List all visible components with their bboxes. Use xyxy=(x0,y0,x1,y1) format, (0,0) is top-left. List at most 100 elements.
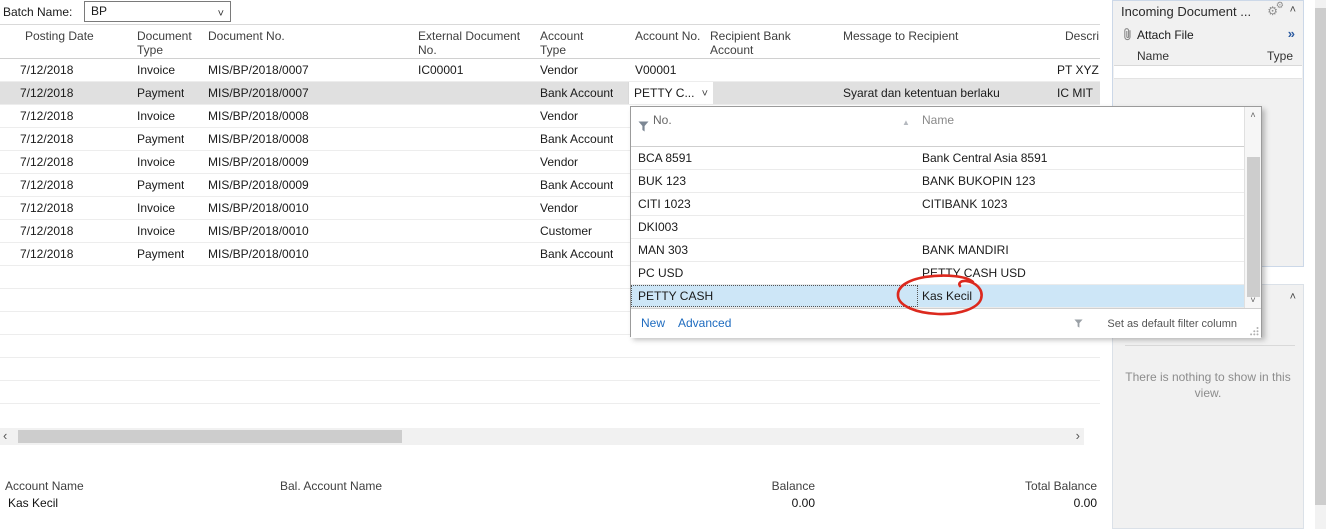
batch-name-select[interactable]: BP ˅ xyxy=(84,1,231,22)
dropdown-item[interactable]: MAN 303 BANK MANDIRI xyxy=(631,239,1246,262)
dropdown-item[interactable]: CITI 1023 CITIBANK 1023 xyxy=(631,193,1246,216)
column-header[interactable]: Posting Date xyxy=(25,29,115,43)
horizontal-scrollbar-thumb[interactable] xyxy=(18,430,402,443)
column-header[interactable]: External Document No. xyxy=(418,29,530,57)
set-default-filter-link[interactable]: Set as default filter column xyxy=(1107,318,1237,330)
cell-posting-date[interactable]: 7/12/2018 xyxy=(20,151,73,173)
cell-posting-date[interactable]: 7/12/2018 xyxy=(20,59,73,81)
dropdown-item-no[interactable]: PETTY CASH xyxy=(638,285,713,307)
cell-doc-no[interactable]: MIS/BP/2018/0007 xyxy=(208,82,309,104)
dropdown-item-name[interactable]: Bank Central Asia 8591 xyxy=(922,147,1047,169)
dropdown-item-no[interactable]: MAN 303 xyxy=(638,239,688,261)
cell-doc-no[interactable]: MIS/BP/2018/0010 xyxy=(208,220,309,242)
advanced-link[interactable]: Advanced xyxy=(678,316,731,330)
cell-posting-date[interactable]: 7/12/2018 xyxy=(20,243,73,265)
incoming-name-column[interactable]: Name xyxy=(1137,49,1169,63)
cell-posting-date[interactable]: 7/12/2018 xyxy=(20,197,73,219)
cell-doc-no[interactable]: MIS/BP/2018/0007 xyxy=(208,59,309,81)
resize-grip[interactable] xyxy=(1249,326,1259,336)
cell-doc-type[interactable]: Payment xyxy=(137,174,184,196)
dropdown-item-no[interactable]: BUK 123 xyxy=(638,170,686,192)
chevron-down-icon[interactable]: ˅ xyxy=(702,83,708,105)
dropdown-scrollbar[interactable]: ˄ ˅ xyxy=(1244,107,1261,308)
cell-account-type[interactable]: Bank Account xyxy=(540,82,613,104)
cell-account-no[interactable]: V00001 xyxy=(635,59,676,81)
column-header[interactable]: Account No. xyxy=(635,29,715,43)
cell-message[interactable]: Syarat dan ketentuan berlaku xyxy=(843,82,1000,104)
dropdown-item-name[interactable]: Kas Kecil xyxy=(922,285,972,307)
new-link[interactable]: New xyxy=(641,316,665,330)
scroll-right-icon[interactable]: › xyxy=(1076,428,1080,444)
cell-doc-type[interactable]: Payment xyxy=(137,82,184,104)
dropdown-scrollbar-thumb[interactable] xyxy=(1247,157,1260,297)
incoming-type-column[interactable]: Type xyxy=(1267,49,1293,63)
column-header[interactable]: Message to Recipient xyxy=(843,29,1003,43)
vertical-scrollbar-thumb[interactable] xyxy=(1315,8,1326,505)
horizontal-scrollbar[interactable]: ‹ › xyxy=(0,428,1084,445)
cell-doc-type[interactable]: Payment xyxy=(137,243,184,265)
journal-empty-row[interactable] xyxy=(0,358,1100,381)
cell-doc-type[interactable]: Payment xyxy=(137,128,184,150)
vertical-scrollbar[interactable] xyxy=(1315,0,1326,529)
cell-description[interactable]: IC MIT xyxy=(1057,82,1093,104)
dropdown-item-name[interactable]: BANK MANDIRI xyxy=(922,239,1009,261)
attach-file-action[interactable]: Attach File » xyxy=(1113,23,1303,49)
journal-empty-row[interactable] xyxy=(0,381,1100,404)
journal-row[interactable]: 7/12/2018 Invoice MIS/BP/2018/0007 IC00001 V… xyxy=(0,59,1100,82)
journal-row[interactable]: 7/12/2018 Payment MIS/BP/2018/0007 Bank Acc… xyxy=(0,82,1100,105)
cell-doc-no[interactable]: MIS/BP/2018/0008 xyxy=(208,105,309,127)
cell-description[interactable]: PT XYZ xyxy=(1057,59,1099,81)
column-header[interactable]: Recipient Bank Account xyxy=(710,29,812,57)
column-header[interactable]: Document Type xyxy=(137,29,199,57)
more-actions-icon[interactable]: » xyxy=(1288,26,1295,41)
filter-funnel-icon[interactable] xyxy=(638,121,649,133)
cell-account-type[interactable]: Vendor xyxy=(540,151,578,173)
cell-account-type[interactable]: Bank Account xyxy=(540,174,613,196)
cell-account-type[interactable]: Vendor xyxy=(540,105,578,127)
cell-posting-date[interactable]: 7/12/2018 xyxy=(20,174,73,196)
cell-account-type[interactable]: Vendor xyxy=(540,197,578,219)
column-header[interactable]: Descri xyxy=(1065,29,1105,43)
dropdown-item-name[interactable]: CITIBANK 1023 xyxy=(922,193,1007,215)
account-no-combobox[interactable]: PETTY C... ˅ xyxy=(628,82,713,104)
cell-posting-date[interactable]: 7/12/2018 xyxy=(20,105,73,127)
column-header[interactable]: Document No. xyxy=(208,29,328,43)
cell-doc-no[interactable]: MIS/BP/2018/0009 xyxy=(208,151,309,173)
cell-posting-date[interactable]: 7/12/2018 xyxy=(20,220,73,242)
dropdown-item-name[interactable]: BANK BUKOPIN 123 xyxy=(922,170,1035,192)
collapse-factbox-icon[interactable]: ˄ xyxy=(1290,291,1296,303)
cell-ext-doc-no[interactable]: IC00001 xyxy=(418,59,463,81)
collapse-panel-icon[interactable]: ˄ xyxy=(1290,4,1296,16)
cell-account-type[interactable]: Bank Account xyxy=(540,243,613,265)
dropdown-item-no[interactable]: PC USD xyxy=(638,262,683,284)
cell-account-type[interactable]: Bank Account xyxy=(540,128,613,150)
dropdown-item-name[interactable]: PETTY CASH USD xyxy=(922,262,1026,284)
dropdown-no-column[interactable]: No. xyxy=(653,113,672,127)
cell-doc-type[interactable]: Invoice xyxy=(137,151,175,173)
cell-doc-no[interactable]: MIS/BP/2018/0008 xyxy=(208,128,309,150)
dropdown-name-column[interactable]: Name xyxy=(922,113,954,127)
dropdown-item-no[interactable]: DKI003 xyxy=(638,216,678,238)
dropdown-item-no[interactable]: CITI 1023 xyxy=(638,193,691,215)
cell-doc-no[interactable]: MIS/BP/2018/0010 xyxy=(208,197,309,219)
column-header[interactable]: Account Type xyxy=(540,29,598,57)
dropdown-item-no[interactable]: BCA 8591 xyxy=(638,147,692,169)
scroll-down-icon[interactable]: ˅ xyxy=(1245,295,1261,305)
journal-empty-row[interactable] xyxy=(0,335,1100,358)
cell-posting-date[interactable]: 7/12/2018 xyxy=(20,82,73,104)
cell-doc-type[interactable]: Invoice xyxy=(137,105,175,127)
cell-account-type[interactable]: Customer xyxy=(540,220,592,242)
dropdown-item[interactable]: DKI003 xyxy=(631,216,1246,239)
dropdown-item[interactable]: BCA 8591 Bank Central Asia 8591 xyxy=(631,147,1246,170)
cell-doc-type[interactable]: Invoice xyxy=(137,220,175,242)
cell-doc-no[interactable]: MIS/BP/2018/0010 xyxy=(208,243,309,265)
dropdown-item[interactable]: BUK 123 BANK BUKOPIN 123 xyxy=(631,170,1246,193)
cell-doc-no[interactable]: MIS/BP/2018/0009 xyxy=(208,174,309,196)
dropdown-item[interactable]: PC USD PETTY CASH USD xyxy=(631,262,1246,285)
cell-posting-date[interactable]: 7/12/2018 xyxy=(20,128,73,150)
cell-doc-type[interactable]: Invoice xyxy=(137,197,175,219)
scroll-up-icon[interactable]: ˄ xyxy=(1245,110,1261,120)
cell-doc-type[interactable]: Invoice xyxy=(137,59,175,81)
dropdown-item[interactable]: PETTY CASH Kas Kecil xyxy=(631,285,1246,308)
scroll-left-icon[interactable]: ‹ xyxy=(3,428,7,444)
